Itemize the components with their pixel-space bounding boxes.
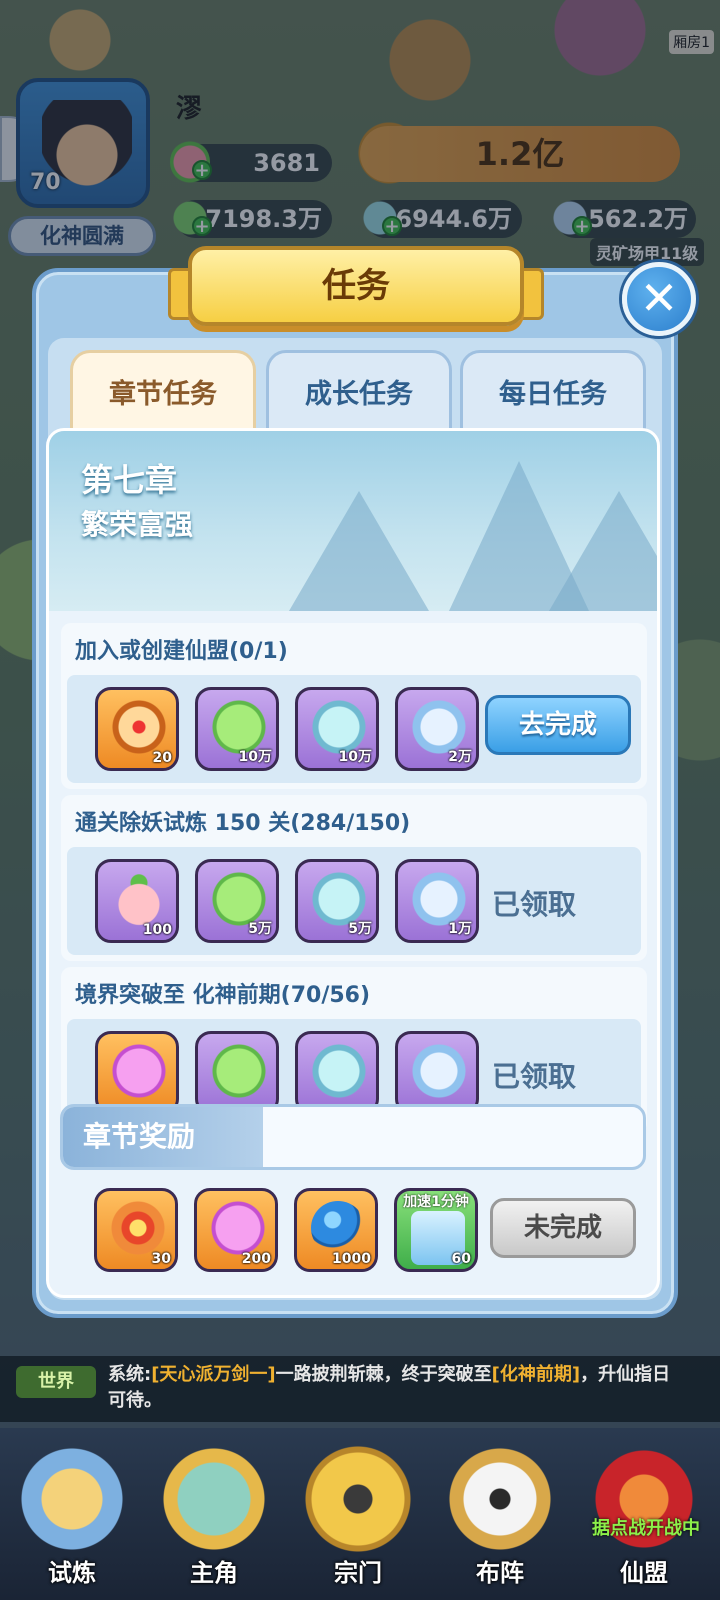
close-icon: ✕ xyxy=(639,271,679,325)
task-card: 加入或创建仙盟(0/1) 20 10万 10万 2万 去完成 xyxy=(61,623,647,789)
tab-daily-tasks[interactable]: 每日任务 xyxy=(460,350,646,434)
ore-glyph xyxy=(312,1044,366,1098)
reward-qty: 1000 xyxy=(332,1251,371,1267)
wood-glyph xyxy=(212,1044,266,1098)
wood-icon[interactable]: 5万 xyxy=(195,859,279,943)
bottom-nav: 试炼 主角 宗门 布阵 据点战开战中 仙盟 xyxy=(0,1428,720,1600)
chapter-banner: 第七章 繁荣富强 xyxy=(49,431,657,611)
incomplete-button[interactable]: 未完成 xyxy=(490,1198,636,1258)
spirit-flame-icon[interactable]: 200 xyxy=(194,1188,278,1272)
chapter-reward-label: 章节奖励 xyxy=(63,1107,263,1167)
chat-channel-tag[interactable]: 世界 xyxy=(16,1366,96,1398)
go-complete-button[interactable]: 去完成 xyxy=(485,695,631,755)
flame-glyph xyxy=(112,1044,166,1098)
fire-scroll-icon[interactable]: 30 xyxy=(94,1188,178,1272)
ore-icon[interactable]: 10万 xyxy=(295,687,379,771)
ore-icon[interactable] xyxy=(295,1031,379,1115)
crystal-icon[interactable]: 2万 xyxy=(395,687,479,771)
banner-mountain xyxy=(549,491,657,611)
world-chat[interactable]: 世界 系统:[天心派万剑一]一路披荆斩棘，终于突破至[化神前期]，升仙指日可待。 xyxy=(0,1356,720,1422)
wood-icon[interactable]: 10万 xyxy=(195,687,279,771)
reward-qty: 30 xyxy=(151,1251,171,1267)
trial-icon xyxy=(12,1444,132,1554)
chat-message: 系统:[天心派万剑一]一路披荆斩棘，终于突破至[化神前期]，升仙指日可待。 xyxy=(108,1364,671,1411)
yin-yang-icon xyxy=(440,1444,560,1554)
spirit-flame-icon[interactable] xyxy=(95,1031,179,1115)
speedup-ticket-icon[interactable]: 加速1分钟 60 xyxy=(394,1188,478,1272)
task-title: 加入或创建仙盟(0/1) xyxy=(75,639,288,664)
nav-hero[interactable]: 主角 xyxy=(146,1438,282,1598)
battle-alert: 据点战开战中 xyxy=(592,1518,700,1539)
reward-qty: 10万 xyxy=(238,749,272,765)
reward-qty: 60 xyxy=(451,1251,471,1267)
chapter-name: 繁荣富强 xyxy=(81,508,194,541)
ore-icon[interactable]: 5万 xyxy=(295,859,379,943)
sect-icon xyxy=(298,1444,418,1554)
reward-qty: 200 xyxy=(241,1251,271,1267)
reward-qty: 100 xyxy=(142,922,172,938)
nav-sect[interactable]: 宗门 xyxy=(290,1438,426,1598)
chapter-number: 第七章 xyxy=(81,461,178,499)
task-card: 通关除妖试炼 150 关(284/150) 100 5万 5万 1万 已领取 xyxy=(61,795,647,961)
token-glyph xyxy=(112,700,166,754)
reward-qty: 20 xyxy=(152,750,172,766)
dialog-title: 任务 xyxy=(188,246,524,326)
peach-glyph xyxy=(112,872,166,926)
nav-trial[interactable]: 试炼 xyxy=(4,1438,140,1598)
claimed-status: 已领取 xyxy=(491,1060,576,1093)
reward-qty: 10万 xyxy=(338,749,372,765)
fire-scroll-glyph xyxy=(111,1201,165,1255)
task-rewards: 20 10万 10万 2万 去完成 xyxy=(67,675,641,783)
close-button[interactable]: ✕ xyxy=(622,262,696,336)
speedup-tag: 加速1分钟 xyxy=(403,1194,469,1210)
reward-qty: 5万 xyxy=(248,921,272,937)
nav-alliance[interactable]: 据点战开战中 仙盟 xyxy=(576,1438,712,1598)
reward-qty: 2万 xyxy=(448,749,472,765)
claimed-status: 已领取 xyxy=(491,888,576,921)
nav-formation[interactable]: 布阵 xyxy=(432,1438,568,1598)
chapter-reward-items: 30 200 1000 加速1分钟 60 未完成 xyxy=(60,1176,646,1288)
chapter-reward-header: 章节奖励 xyxy=(60,1104,646,1170)
token-icon[interactable]: 20 xyxy=(95,687,179,771)
banner-mountain xyxy=(289,491,429,611)
flame-glyph xyxy=(211,1201,265,1255)
wood-icon[interactable] xyxy=(195,1031,279,1115)
task-rewards: 100 5万 5万 1万 已领取 xyxy=(67,847,641,955)
blue-orb-icon[interactable]: 1000 xyxy=(294,1188,378,1272)
orb-glyph xyxy=(311,1201,365,1255)
crystal-glyph xyxy=(412,1044,466,1098)
tab-growth-tasks[interactable]: 成长任务 xyxy=(266,350,452,434)
tab-chapter-tasks[interactable]: 章节任务 xyxy=(70,350,256,434)
peach-icon[interactable]: 100 xyxy=(95,859,179,943)
reward-qty: 5万 xyxy=(348,921,372,937)
task-title: 境界突破至 化神前期(70/56) xyxy=(75,983,371,1008)
hero-icon xyxy=(154,1444,274,1554)
task-title: 通关除妖试炼 150 关(284/150) xyxy=(75,811,411,836)
